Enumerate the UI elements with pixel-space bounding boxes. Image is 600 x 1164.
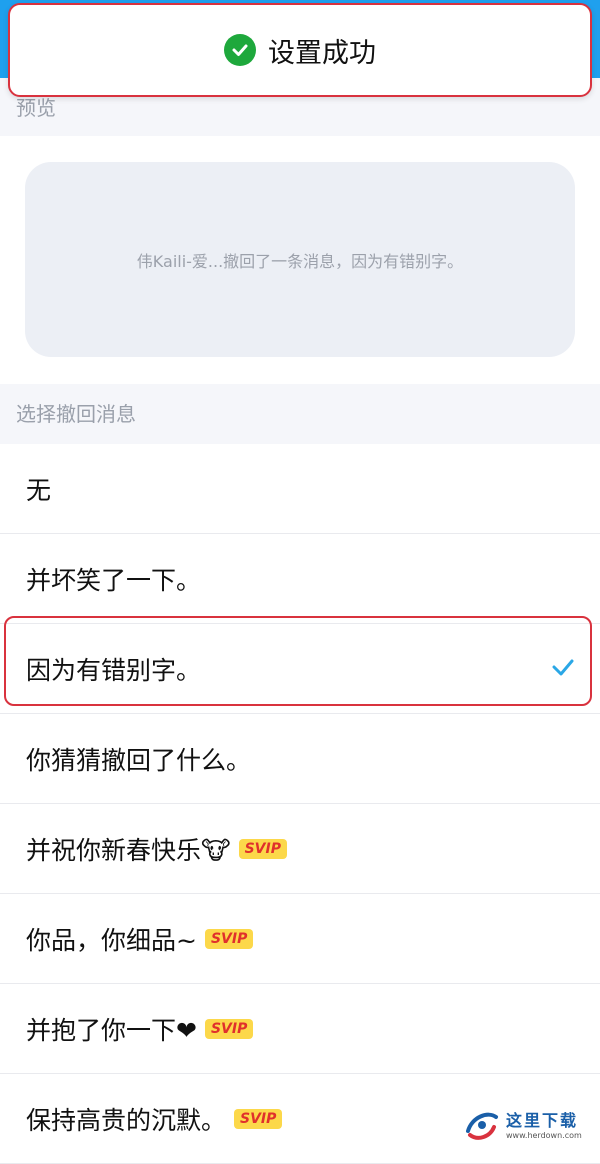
checkmark-icon bbox=[552, 659, 574, 676]
option-label: 无 bbox=[26, 475, 52, 505]
watermark: 这里下载 www.herdown.com bbox=[462, 1101, 592, 1145]
watermark-url: www.herdown.com bbox=[506, 1130, 582, 1140]
select-section-header: 选择撤回消息 bbox=[0, 384, 600, 444]
option-none[interactable]: 无 bbox=[0, 444, 600, 534]
toast-message: 设置成功 bbox=[268, 37, 376, 69]
watermark-logo-icon bbox=[466, 1112, 498, 1140]
option-label: 你品，你细品~ bbox=[26, 925, 197, 955]
svip-badge: SVIP bbox=[204, 1018, 254, 1039]
preview-bubble: 伟Kaili-爱...撤回了一条消息，因为有错别字。 bbox=[25, 162, 575, 357]
option-smirk[interactable]: 并坏笑了一下。 bbox=[0, 534, 600, 624]
option-guess[interactable]: 你猜猜撤回了什么。 bbox=[0, 714, 600, 804]
svip-badge: SVIP bbox=[234, 1108, 283, 1129]
option-label: 保持高贵的沉默。 bbox=[26, 1105, 227, 1135]
check-circle-icon bbox=[224, 34, 256, 66]
option-new-year[interactable]: 并祝你新春快乐🐮 SVIP bbox=[0, 804, 600, 894]
success-toast: 设置成功 bbox=[8, 3, 592, 97]
option-typo-selected[interactable]: 因为有错别字。 bbox=[0, 616, 600, 714]
option-hug[interactable]: 并抱了你一下❤ SVIP bbox=[0, 984, 600, 1074]
svip-badge: SVIP bbox=[204, 928, 254, 949]
preview-area: 伟Kaili-爱...撤回了一条消息，因为有错别字。 bbox=[0, 136, 600, 384]
option-label: 你猜猜撤回了什么。 bbox=[26, 745, 252, 775]
watermark-text: 这里下载 www.herdown.com bbox=[506, 1107, 582, 1140]
option-label: 并抱了你一下❤ bbox=[26, 1015, 197, 1045]
watermark-cn: 这里下载 bbox=[506, 1110, 579, 1130]
option-label: 因为有错别字。 bbox=[26, 655, 202, 685]
select-header-label: 选择撤回消息 bbox=[16, 402, 136, 426]
option-label: 并祝你新春快乐🐮 bbox=[26, 835, 231, 865]
option-savor[interactable]: 你品，你细品~ SVIP bbox=[0, 894, 600, 984]
preview-message: 伟Kaili-爱...撤回了一条消息，因为有错别字。 bbox=[136, 251, 464, 271]
svip-badge: SVIP bbox=[238, 838, 287, 859]
option-label: 并坏笑了一下。 bbox=[26, 565, 202, 595]
recall-options-list: 无 并坏笑了一下。 因为有错别字。 你猜猜撤回了什么。 并祝你新春快乐🐮 SVI… bbox=[0, 444, 600, 1164]
